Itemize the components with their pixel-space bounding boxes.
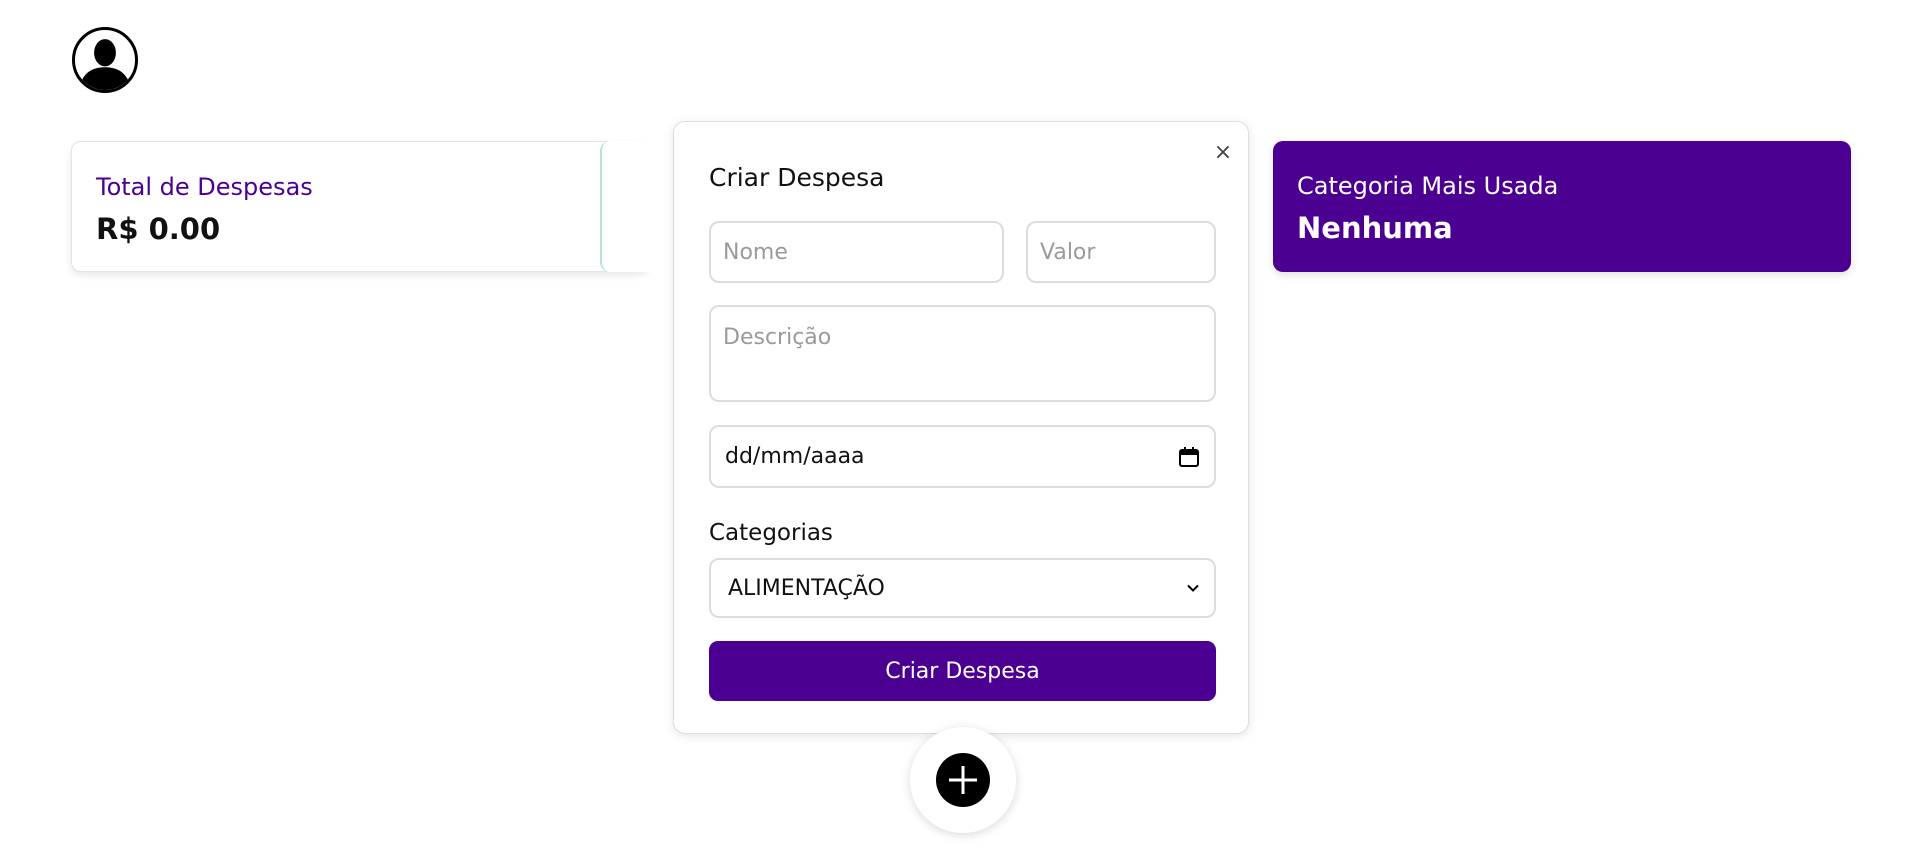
total-expenses-value: R$ 0.00 — [96, 212, 221, 246]
add-expense-button[interactable] — [936, 753, 990, 807]
total-expenses-label: Total de Despesas — [96, 173, 313, 201]
chevron-down-icon — [1187, 584, 1199, 592]
close-icon[interactable]: × — [1212, 142, 1234, 164]
most-used-category-label: Categoria Mais Usada — [1297, 172, 1559, 200]
category-select-value: ALIMENTAÇÃO — [728, 575, 885, 601]
categories-label: Categorias — [709, 520, 833, 546]
plus-icon — [949, 766, 977, 794]
date-input[interactable]: dd/mm/aaaa — [709, 425, 1216, 488]
date-placeholder: dd/mm/aaaa — [725, 444, 865, 469]
name-input[interactable] — [709, 221, 1004, 283]
modal-title: Criar Despesa — [709, 163, 885, 192]
add-expense-fab — [910, 727, 1016, 833]
avatar-icon[interactable] — [72, 27, 138, 93]
most-used-category-card: Categoria Mais Usada Nenhuma — [1273, 141, 1851, 272]
total-expenses-card: Total de Despesas R$ 0.00 — [71, 141, 648, 272]
value-input[interactable] — [1026, 221, 1216, 283]
most-used-category-value: Nenhuma — [1297, 211, 1453, 245]
description-textarea[interactable] — [709, 305, 1216, 402]
create-expense-modal: × Criar Despesa dd/mm/aaaa Categorias AL… — [673, 121, 1249, 734]
calendar-icon[interactable] — [1178, 446, 1200, 468]
create-expense-button[interactable]: Criar Despesa — [709, 641, 1216, 701]
category-select[interactable]: ALIMENTAÇÃO — [709, 558, 1216, 618]
